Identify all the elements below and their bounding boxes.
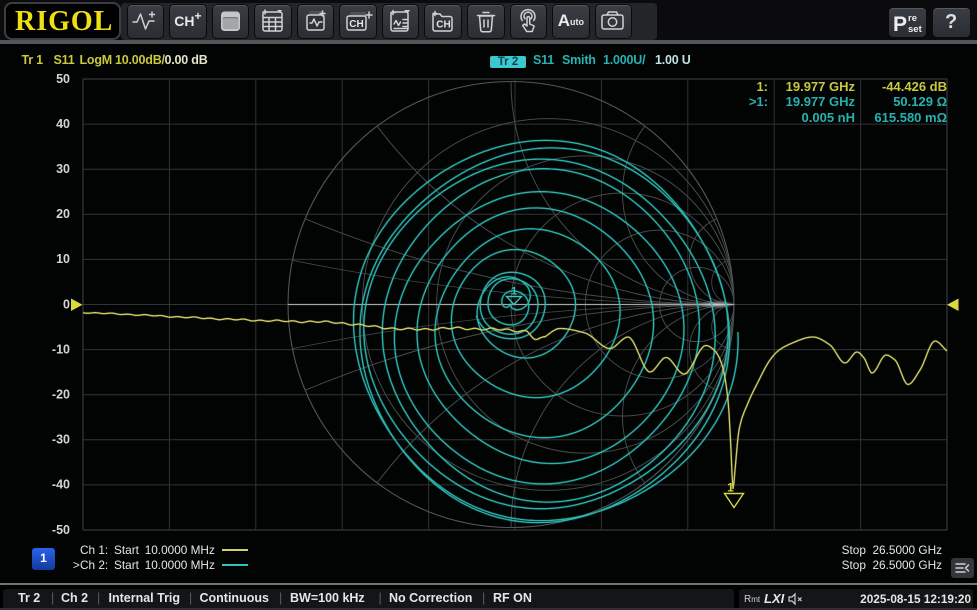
svg-text:-20: -20 [52,387,70,401]
svg-text:-30: -30 [52,433,70,447]
svg-text:-40: -40 [52,478,70,492]
svg-text:-10: -10 [52,342,70,356]
svg-text:1: 1 [511,286,517,298]
svg-text:1: 1 [727,481,734,495]
svg-text:0: 0 [63,297,70,311]
svg-text:30: 30 [56,162,70,176]
svg-text:-50: -50 [52,523,70,537]
svg-text:10: 10 [56,252,70,266]
svg-text:20: 20 [56,207,70,221]
